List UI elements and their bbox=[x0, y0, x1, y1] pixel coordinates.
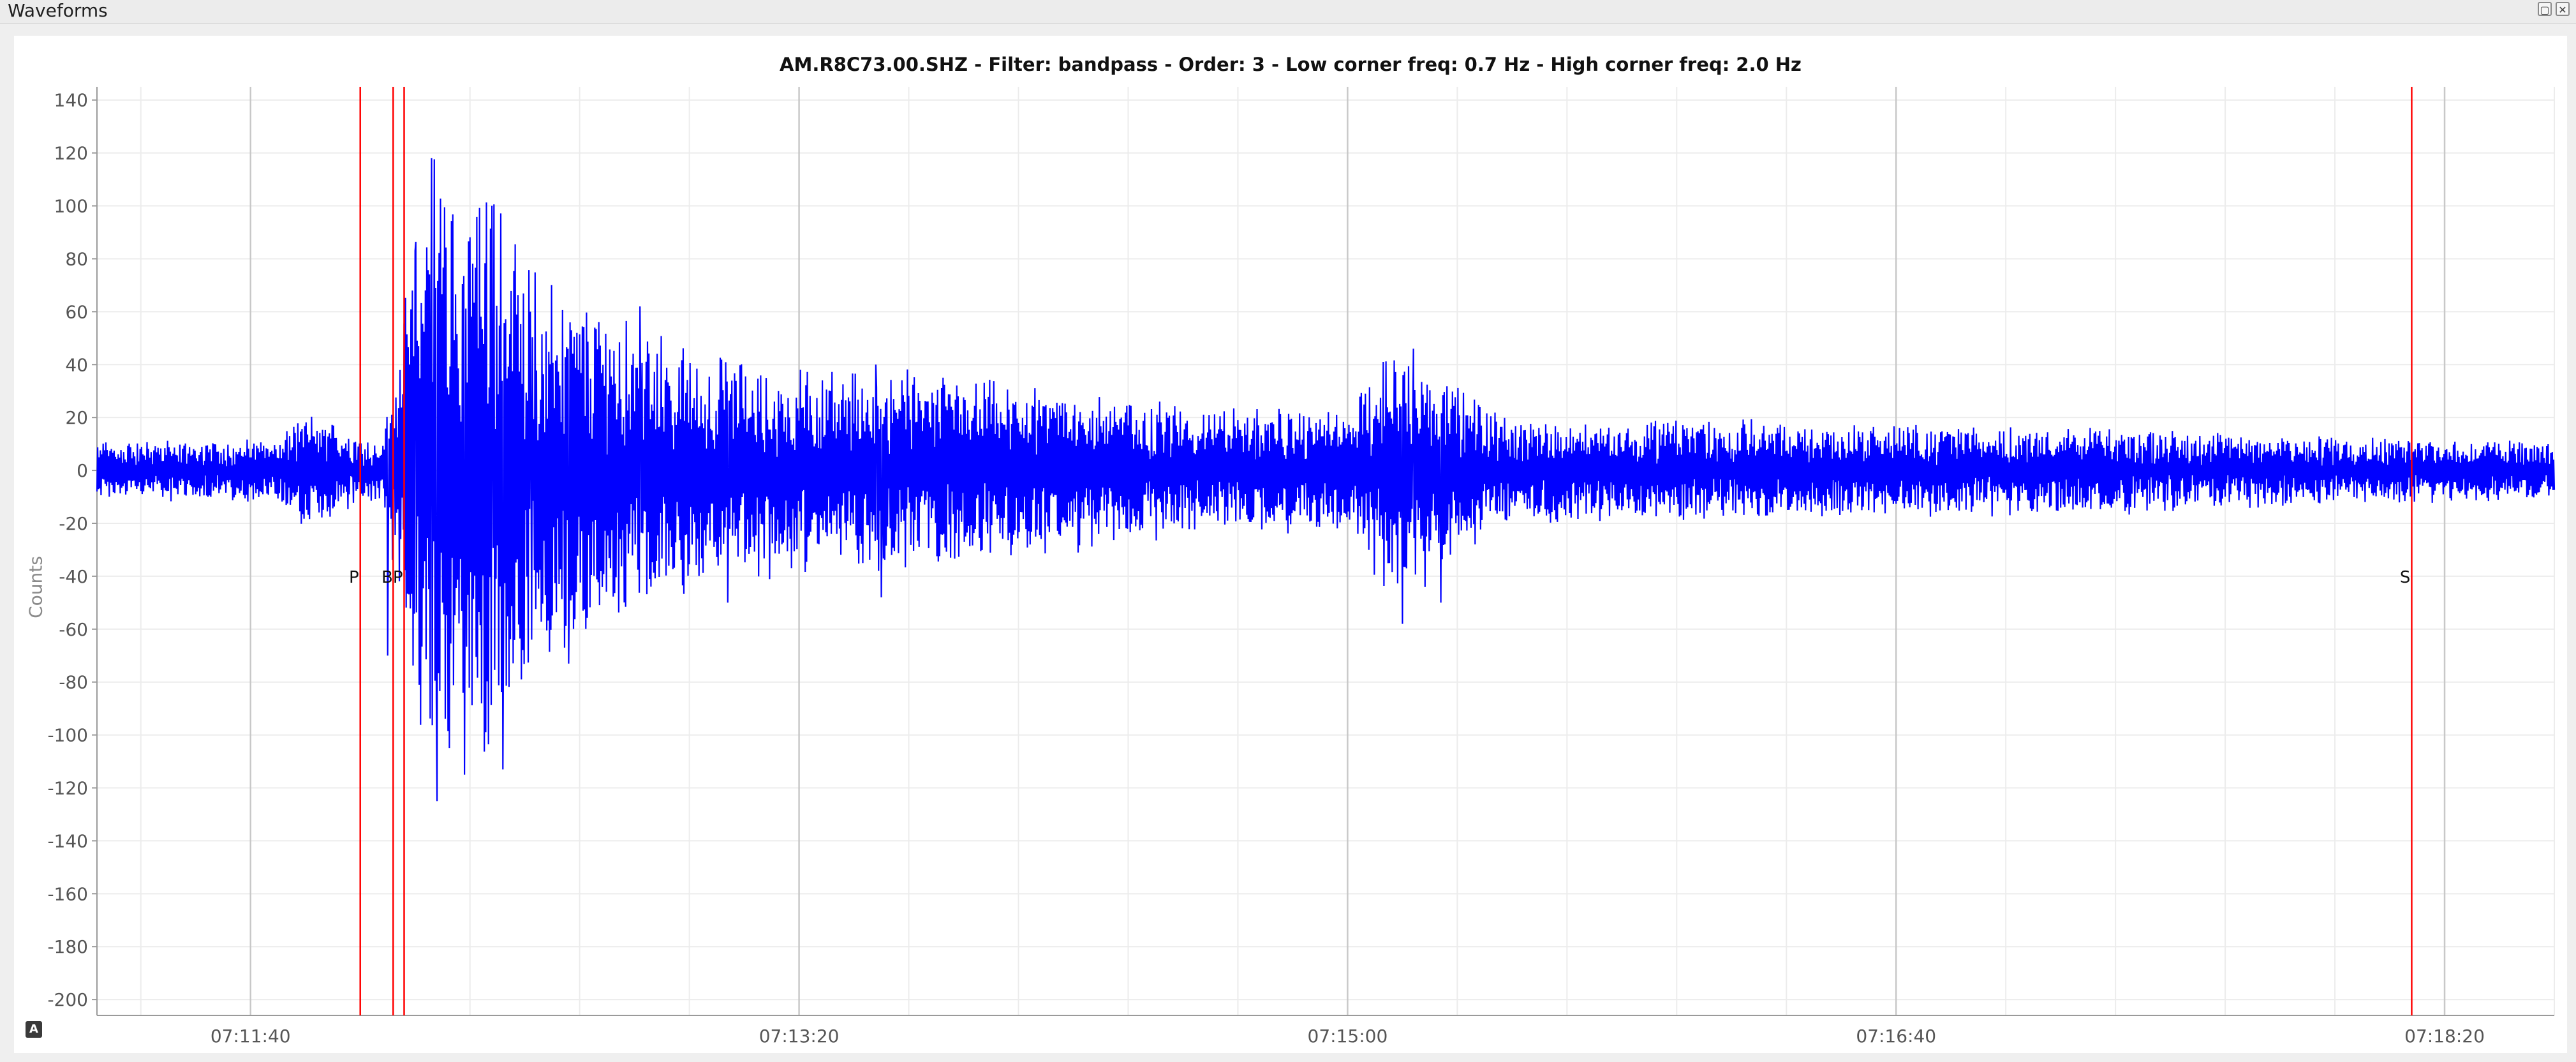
y-tick-label: -40 bbox=[59, 566, 88, 587]
y-tick-label: -120 bbox=[47, 778, 88, 799]
restore-icon[interactable]: ▢ bbox=[2538, 2, 2552, 16]
window-titlebar: Waveforms ▢ ✕ bbox=[0, 0, 2576, 24]
y-tick-label: 80 bbox=[65, 248, 88, 269]
x-tick-label: 07:15:00 bbox=[1308, 1026, 1388, 1047]
waveform-plot[interactable]: 140 120 100 80 60 40 20 0 -20 -40 -60 -80 -100 -120 -1… bbox=[14, 36, 2567, 1053]
y-tick-label: 0 bbox=[77, 460, 88, 481]
x-tick-label: 07:18:20 bbox=[2404, 1026, 2485, 1047]
phase-pick-label: P bbox=[349, 568, 359, 587]
y-tick-label: -180 bbox=[47, 936, 88, 957]
x-tick-label: 07:13:20 bbox=[759, 1026, 840, 1047]
autoscale-button[interactable]: A bbox=[26, 1021, 42, 1038]
y-tick-label: -80 bbox=[59, 672, 88, 693]
chart-title: AM.R8C73.00.SHZ - Filter: bandpass - Ord… bbox=[780, 54, 1802, 75]
plot-panel: 140 120 100 80 60 40 20 0 -20 -40 -60 -80 -100 -120 -1… bbox=[14, 36, 2567, 1053]
y-tick-label: 140 bbox=[54, 90, 88, 111]
close-icon[interactable]: ✕ bbox=[2556, 2, 2570, 16]
y-tick-label: 100 bbox=[54, 196, 88, 217]
phase-pick-label: S bbox=[2400, 568, 2411, 587]
y-tick-label: -200 bbox=[47, 989, 88, 1010]
y-axis-label: Counts bbox=[25, 556, 47, 618]
window-title: Waveforms bbox=[8, 0, 108, 21]
y-tick-label: 120 bbox=[54, 143, 88, 164]
y-tick-label: -20 bbox=[59, 513, 88, 534]
x-tick-label: 07:11:40 bbox=[211, 1026, 291, 1047]
phase-pick-label: BP bbox=[381, 568, 403, 587]
y-tick-label: -160 bbox=[47, 883, 88, 904]
y-tick-label: -140 bbox=[47, 830, 88, 851]
y-tick-label: -100 bbox=[47, 725, 88, 746]
y-tick-label: 40 bbox=[65, 354, 88, 375]
y-tick-label: 20 bbox=[65, 407, 88, 428]
x-tick-label: 07:16:40 bbox=[1856, 1026, 1936, 1047]
waveform-trace bbox=[96, 158, 2556, 802]
y-tick-label: 60 bbox=[65, 301, 88, 322]
y-tick-label: -60 bbox=[59, 619, 88, 640]
